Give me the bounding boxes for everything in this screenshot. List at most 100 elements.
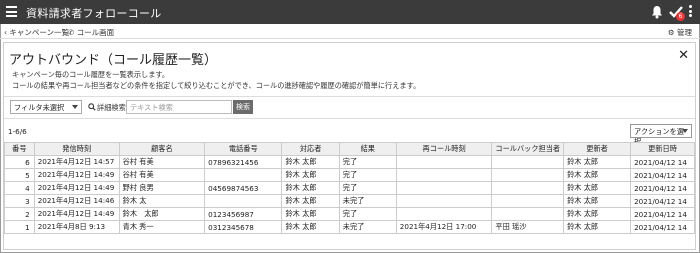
column-header[interactable]: コールバック担当者 <box>491 142 565 156</box>
advanced-search-label: 詳細検索 <box>97 103 126 112</box>
table-row[interactable]: 2 2021年4月12日 14:49 鈴木 太郎 0123456987 鈴木 太… <box>4 207 695 221</box>
cell-result: 完了 <box>338 155 397 169</box>
column-header[interactable]: 更新日時 <box>630 142 695 156</box>
cell-customer[interactable]: 青木 秀一 <box>118 220 206 234</box>
app-title: 資料請求者フォローコール <box>26 7 162 20</box>
cell-updater: 鈴木 太郎 <box>563 207 632 221</box>
cell-phone: 0123456987 <box>204 207 283 221</box>
cell-recall-time: 2021年4月12日 17:00 <box>395 220 493 234</box>
action-select[interactable]: アクションを選択 <box>630 124 692 146</box>
cell-phone <box>204 194 283 208</box>
cell-number: 6 <box>4 155 35 169</box>
description-line-2: コールの結果や再コール担当者などの条件を指定して絞り込むことができ、コールの進捗… <box>12 81 421 90</box>
cell-agent: 鈴木 太郎 <box>281 168 340 182</box>
search-button[interactable]: 検索 <box>233 100 253 114</box>
gear-icon: ⚙ <box>667 28 675 37</box>
cell-updater: 鈴木 太郎 <box>563 168 632 182</box>
cell-recall-time <box>395 155 493 169</box>
search-icon <box>88 103 96 111</box>
cell-call-time: 2021年4月12日 14:49 <box>33 207 120 221</box>
cell-customer[interactable]: 谷村 有美 <box>118 168 206 182</box>
cell-updater: 鈴木 太郎 <box>563 181 632 195</box>
cell-agent: 鈴木 太郎 <box>281 194 340 208</box>
cell-agent: 鈴木 太郎 <box>281 220 340 234</box>
cell-callback-owner <box>491 168 565 182</box>
cell-updated-at: 2021/04/12 14 <box>630 207 695 221</box>
more-vertical-icon[interactable] <box>689 5 693 19</box>
text-search-input[interactable]: テキスト検索 <box>126 100 232 114</box>
cell-phone: 04569874563 <box>204 181 283 195</box>
cell-agent: 鈴木 太郎 <box>281 207 340 221</box>
call-history-table: 番号 発信時刻 顧客名 電話番号 対応者 結果 再コール時刻 コールバック担当者… <box>4 142 695 234</box>
cell-customer[interactable]: 野村 良男 <box>118 181 206 195</box>
cell-updated-at: 2021/04/12 14 <box>630 220 695 234</box>
cell-updated-at: 2021/04/12 14 <box>630 168 695 182</box>
cell-phone: 0312345678 <box>204 220 283 234</box>
call-screen-link[interactable]: ✆ コール画面 <box>68 27 114 38</box>
table-row[interactable]: 1 2021年4月8日 9:13 青木 秀一 0312345678 鈴木 太郎 … <box>4 220 695 234</box>
cell-callback-owner <box>491 155 565 169</box>
cell-updated-at: 2021/04/12 14 <box>630 194 695 208</box>
column-header[interactable]: 電話番号 <box>204 142 283 156</box>
cell-callback-owner <box>491 194 565 208</box>
column-header[interactable]: 顧客名 <box>118 142 206 156</box>
cell-updated-at: 2021/04/12 14 <box>630 181 695 195</box>
cell-agent: 鈴木 太郎 <box>281 155 340 169</box>
cell-result: 完了 <box>338 207 397 221</box>
close-icon[interactable]: ✕ <box>678 48 689 63</box>
divider <box>4 96 695 97</box>
cell-number: 2 <box>4 207 35 221</box>
cell-customer[interactable]: 谷村 有美 <box>118 155 206 169</box>
cell-updater: 鈴木 太郎 <box>563 220 632 234</box>
column-header[interactable]: 対応者 <box>281 142 340 156</box>
cell-call-time: 2021年4月12日 14:57 <box>33 155 120 169</box>
column-header[interactable]: 番号 <box>4 142 35 156</box>
table-header-row: 番号 発信時刻 顧客名 電話番号 対応者 結果 再コール時刻 コールバック担当者… <box>4 142 695 156</box>
bell-icon[interactable] <box>651 5 663 19</box>
top-bar: 資料請求者フォローコール 6 <box>0 0 700 24</box>
admin-link[interactable]: ⚙ 管理 <box>668 27 692 38</box>
advanced-search-link[interactable]: 詳細検索 <box>88 103 126 113</box>
call-history-panel: アウトバウンド（コール履歴一覧） ✕ キャンペーン毎のコール履歴を一覧表示します… <box>3 42 696 250</box>
page-title: アウトバウンド（コール履歴一覧） <box>9 53 218 68</box>
cell-result: 完了 <box>338 181 397 195</box>
column-header[interactable]: 更新者 <box>563 142 632 156</box>
chevron-down-icon <box>72 105 78 109</box>
filter-select[interactable]: フィルタ未選択 <box>10 100 82 114</box>
back-label: キャンペーン一覧 <box>9 28 70 37</box>
cell-callback-owner <box>491 207 565 221</box>
cell-number: 4 <box>4 181 35 195</box>
table-row[interactable]: 6 2021年4月12日 14:57 谷村 有美 07896321456 鈴木 … <box>4 155 695 169</box>
column-header[interactable]: 発信時刻 <box>33 142 120 156</box>
cell-result: 完了 <box>338 168 397 182</box>
table-row[interactable]: 4 2021年4月12日 14:49 野村 良男 04569874563 鈴木 … <box>4 181 695 195</box>
cell-callback-owner: 平田 瑶沙 <box>491 220 565 234</box>
chevron-left-icon: ‹ <box>4 28 7 37</box>
cell-number: 5 <box>4 168 35 182</box>
hamburger-icon[interactable] <box>6 6 17 17</box>
cell-number: 1 <box>4 220 35 234</box>
back-to-campaigns-link[interactable]: ‹ キャンペーン一覧 <box>4 27 69 38</box>
column-header[interactable]: 再コール時刻 <box>395 142 493 156</box>
notification-badge: 6 <box>676 12 685 21</box>
cell-recall-time <box>395 181 493 195</box>
phone-icon: ✆ <box>68 28 75 37</box>
cell-call-time: 2021年4月12日 14:46 <box>33 194 120 208</box>
table-row[interactable]: 3 2021年4月12日 14:46 鈴木 太 鈴木 太郎 未完了 鈴木 太郎 … <box>4 194 695 208</box>
cell-phone: 07896321456 <box>204 155 283 169</box>
column-header[interactable]: 結果 <box>338 142 397 156</box>
cell-customer[interactable]: 鈴木 太郎 <box>118 207 206 221</box>
cell-callback-owner <box>491 181 565 195</box>
cell-customer[interactable]: 鈴木 太 <box>118 194 206 208</box>
cell-phone <box>204 168 283 182</box>
chevron-down-icon <box>682 129 688 133</box>
record-count: 1-6/6 <box>8 127 27 136</box>
table-row[interactable]: 5 2021年4月12日 14:49 谷村 有美 鈴木 太郎 完了 鈴木 太郎 … <box>4 168 695 182</box>
filter-select-value: フィルタ未選択 <box>14 103 65 112</box>
cell-call-time: 2021年4月12日 14:49 <box>33 168 120 182</box>
cell-updated-at: 2021/04/12 14 <box>630 155 695 169</box>
sub-navigation: ‹ キャンペーン一覧 ✆ コール画面 ⚙ 管理 <box>0 24 700 39</box>
cell-result: 未完了 <box>338 194 397 208</box>
cell-recall-time <box>395 194 493 208</box>
cell-agent: 鈴木 太郎 <box>281 181 340 195</box>
